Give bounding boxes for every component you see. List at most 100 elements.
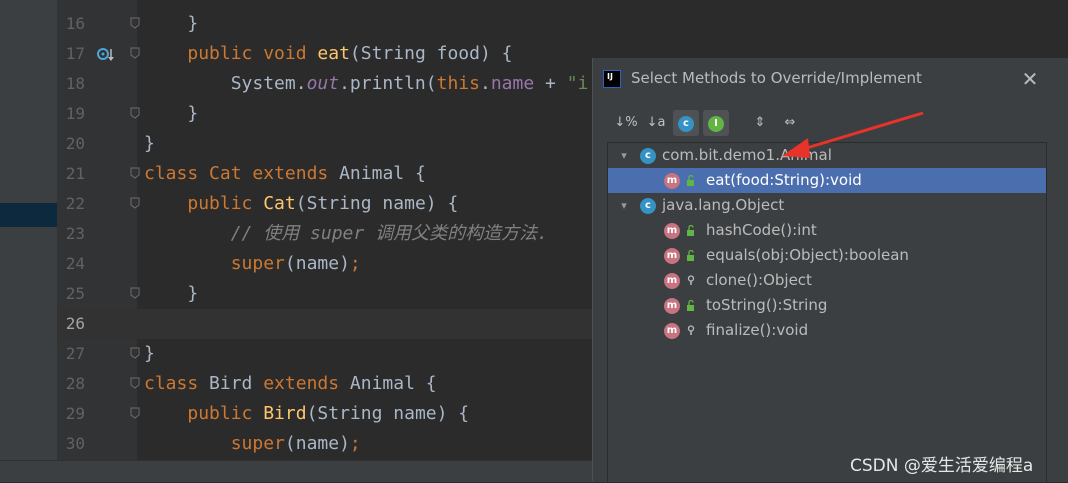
show-interfaces-icon[interactable]: I (703, 110, 729, 136)
code-text: super(name); (144, 249, 361, 279)
fold-marker-icon[interactable] (130, 377, 140, 389)
tree-method-node[interactable]: m hashCode():int (608, 218, 1046, 243)
code-token: public (187, 403, 264, 424)
fold-marker-icon[interactable] (130, 287, 140, 299)
line-number: 16 (65, 14, 85, 33)
line-number: 28 (65, 374, 85, 393)
annotation-arrow-shaft (799, 111, 924, 152)
code-token: } (144, 343, 155, 364)
code-text: } (144, 129, 155, 159)
tree-method-node[interactable]: m clone():Object (608, 268, 1046, 293)
code-token: (String name) { (306, 403, 470, 424)
code-text: } (144, 339, 155, 369)
code-token: ; (349, 253, 361, 274)
fold-marker-icon[interactable] (130, 17, 140, 29)
method-signature: clone():Object (706, 271, 812, 289)
code-token: ; (349, 433, 361, 454)
code-token: eat (317, 43, 350, 64)
code-token: System. (144, 73, 307, 94)
code-token: public void (187, 43, 318, 64)
code-token: out (306, 73, 340, 94)
code-token: // 使用 super 调用父类的构造方法. (144, 223, 548, 244)
method-signature: toString():String (706, 296, 828, 314)
code-text: class Bird extends Animal { (144, 369, 437, 399)
overrides-method-icon[interactable] (97, 46, 115, 62)
code-text: } (144, 279, 198, 309)
code-token: } (144, 13, 199, 34)
show-classes-icon[interactable]: c (673, 110, 699, 136)
methods-tree[interactable]: ▾ c com.bit.demo1.Animal m eat(food:String):… (607, 142, 1047, 483)
code-token: super (230, 433, 285, 454)
sort-by-visibility-icon[interactable]: ↓% (613, 110, 639, 136)
line-number: 19 (65, 104, 85, 123)
code-token: } (144, 133, 155, 154)
fold-marker-icon[interactable] (130, 107, 140, 119)
code-token: Animal { (349, 373, 437, 394)
line-number: 20 (65, 134, 85, 153)
code-token: class (144, 373, 210, 394)
annotation-arrow (782, 111, 924, 158)
code-text: } (144, 9, 198, 39)
code-text: } (144, 99, 198, 129)
protected-access-icon (687, 275, 695, 285)
code-text: super(name); (144, 429, 361, 459)
tree-method-node[interactable]: m finalize():void (608, 318, 1046, 343)
protected-access-icon (687, 325, 695, 335)
tree-method-node[interactable]: m toString():String (608, 293, 1046, 318)
code-token: super (230, 253, 285, 274)
code-text: public void eat(String food) { (144, 39, 512, 69)
fold-marker-icon[interactable] (130, 347, 140, 359)
dialog-title: Select Methods to Override/Implement (631, 69, 922, 87)
public-access-icon (687, 175, 694, 186)
code-text: public Cat(String name) { (144, 189, 458, 219)
method-icon: m (664, 323, 680, 339)
fold-marker-icon[interactable] (130, 407, 140, 419)
code-token: Bird (209, 373, 264, 394)
sort-alphabetically-icon[interactable]: ↓a (643, 110, 669, 136)
expand-arrow-icon[interactable]: ▾ (618, 143, 630, 168)
csdn-watermark: CSDN @爱生活爱编程a (850, 456, 1034, 476)
method-icon: m (664, 223, 680, 239)
code-token: Animal { (339, 163, 426, 184)
line-number: 30 (65, 434, 85, 453)
code-token: Bird (263, 403, 307, 424)
tree-method-node[interactable]: m equals(obj:Object):boolean (608, 243, 1046, 268)
code-token: Cat (263, 193, 296, 214)
line-number: 18 (65, 74, 85, 93)
fold-marker-icon[interactable] (130, 167, 140, 179)
code-token: Cat (209, 163, 253, 184)
expand-arrow-icon[interactable]: ▾ (618, 193, 630, 218)
tree-class-node[interactable]: ▾ c java.lang.Object (608, 193, 1046, 218)
project-tool-window-strip (0, 0, 57, 460)
line-number: 22 (65, 194, 85, 213)
class-name: java.lang.Object (662, 196, 785, 214)
method-signature: equals(obj:Object):boolean (706, 246, 909, 264)
annotation-arrow-head (782, 138, 810, 158)
dialog-title-bar[interactable]: IJ Select Methods to Override/Implement … (593, 58, 1068, 100)
line-number: 23 (65, 224, 85, 243)
project-selected-row[interactable] (0, 203, 57, 227)
public-access-icon (687, 250, 694, 261)
fold-marker-icon[interactable] (130, 197, 140, 209)
close-icon[interactable]: ✕ (1019, 68, 1041, 90)
method-icon: m (664, 248, 680, 264)
code-token: this (436, 73, 480, 94)
code-token: + (534, 73, 567, 94)
code-text: System.out.println(this.name + "i (144, 69, 589, 99)
fold-marker-icon[interactable] (130, 47, 140, 59)
code-text: class Cat extends Animal { (144, 159, 426, 189)
method-icon: m (664, 298, 680, 314)
line-number: 24 (65, 254, 85, 273)
code-token: extends (263, 373, 350, 394)
code-token: class (144, 163, 210, 184)
code-line[interactable]: 16 } (57, 9, 1068, 39)
method-icon: m (664, 173, 680, 189)
method-icon: m (664, 273, 680, 289)
tree-method-node[interactable]: m eat(food:String):void (608, 168, 1046, 193)
code-token: } (144, 103, 199, 124)
code-token: . (479, 73, 491, 94)
line-number: 21 (65, 164, 85, 183)
